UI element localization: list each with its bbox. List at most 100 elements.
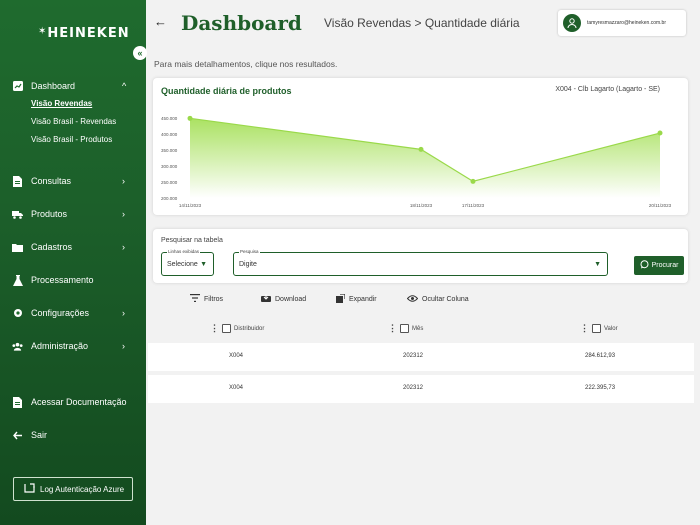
truck-icon	[12, 209, 23, 220]
lines-select-value: Selecione	[167, 261, 198, 268]
column-checkbox[interactable]	[400, 324, 409, 333]
sidebar-item-label: Configurações	[31, 308, 90, 318]
column-header-mes[interactable]: ⋮ Mês	[388, 323, 423, 334]
sidebar-item-administracao[interactable]: Administração ›	[0, 336, 146, 356]
column-header-distribuidor[interactable]: ⋮ Distribuidor	[210, 323, 264, 334]
cell-distribuidor: X004	[229, 385, 244, 391]
collapse-sidebar-button[interactable]: «	[133, 46, 147, 60]
download-label: Download	[275, 295, 307, 303]
refresh-icon	[24, 482, 35, 496]
data-point[interactable]	[470, 178, 476, 184]
sidebar-item-label: Administração	[31, 341, 89, 351]
filters-button[interactable]: Filtros	[190, 294, 223, 304]
hide-column-label: Ocultar Coluna	[422, 295, 469, 303]
sidebar-item-consultas[interactable]: Consultas ›	[0, 171, 146, 191]
sidebar-item-sair[interactable]: Sair	[0, 425, 146, 445]
kebab-menu-icon[interactable]: ⋮	[388, 323, 397, 334]
lines-select[interactable]: Linhas exibidas Selecione ▼	[161, 249, 214, 276]
chevron-right-icon: ›	[122, 242, 125, 252]
y-tick-label: 450.000	[161, 116, 178, 121]
sidebar-item-label: Consultas	[31, 176, 72, 186]
sidebar-item-processamento[interactable]: Processamento	[0, 270, 146, 290]
document-icon	[12, 396, 23, 408]
download-icon	[261, 294, 271, 304]
chevron-right-icon: ›	[122, 176, 125, 186]
sidebar-item-dashboard[interactable]: Dashboard ^	[0, 76, 146, 96]
sidebar-item-label: Sair	[31, 430, 48, 440]
sidebar-item-label: Produtos	[31, 209, 68, 219]
search-input-label: Pesquisa	[239, 249, 260, 254]
sidebar-item-produtos[interactable]: Produtos ›	[0, 204, 146, 224]
gear-icon	[12, 308, 23, 319]
column-label: Valor	[604, 325, 618, 332]
y-tick-label: 300.000	[161, 164, 178, 169]
column-header-valor[interactable]: ⋮ Valor	[580, 323, 618, 334]
sidebar-item-configuracoes[interactable]: Configurações ›	[0, 303, 146, 323]
search-label: Pesquisar na tabela	[161, 237, 223, 244]
chevron-right-icon: ›	[122, 209, 125, 219]
subitem-visao-brasil-produtos[interactable]: Visão Brasil - Produtos	[31, 135, 112, 144]
table-row[interactable]: X004 202312 284.612,93	[148, 343, 694, 371]
flask-icon	[12, 274, 23, 286]
data-point[interactable]	[657, 130, 663, 136]
cell-valor: 222.395,73	[585, 385, 616, 391]
cell-valor: 284.612,93	[585, 353, 616, 359]
expand-icon	[336, 293, 346, 305]
area-chart[interactable]: 450.000 400.000 350.000 300.000 250.000 200.0…	[153, 78, 688, 215]
table-row[interactable]: X004 202312 222.395,73	[148, 375, 694, 403]
hide-column-button[interactable]: Ocultar Coluna	[406, 294, 469, 304]
chevron-right-icon: ›	[122, 308, 125, 318]
sidebar-item-documentacao[interactable]: Acessar Documentação	[0, 392, 146, 412]
sidebar: ✶HEINEKEN « Dashboard ^ Visão Revendas V…	[0, 0, 147, 525]
area-fill	[190, 118, 660, 198]
sidebar-item-cadastros[interactable]: Cadastros ›	[0, 237, 146, 257]
chart-icon	[12, 81, 23, 92]
kebab-menu-icon[interactable]: ⋮	[210, 323, 219, 334]
expand-label: Expandir	[349, 296, 377, 303]
sidebar-item-label: Cadastros	[31, 242, 73, 252]
filter-icon	[190, 294, 200, 304]
search-input-placeholder: Digite	[239, 261, 257, 268]
y-tick-label: 350.000	[161, 148, 178, 153]
folder-icon	[12, 242, 23, 253]
kebab-menu-icon[interactable]: ⋮	[580, 323, 589, 334]
logo-text: HEINEKEN	[47, 26, 130, 41]
chevron-up-icon: ^	[122, 81, 127, 91]
caret-down-icon: ▼	[200, 261, 207, 268]
chart-card[interactable]: Quantidade diária de produtos X004 - Clb…	[153, 78, 688, 215]
sidebar-item-label: Dashboard	[31, 81, 76, 91]
subitem-visao-revendas[interactable]: Visão Revendas	[31, 99, 92, 108]
document-icon	[12, 175, 23, 187]
x-tick-label: 17/11/2023	[462, 203, 485, 208]
data-point[interactable]	[187, 115, 193, 121]
y-tick-label: 250.000	[161, 180, 178, 185]
search-button[interactable]: Procurar	[634, 256, 684, 275]
hint-text: Para mais detalhamentos, clique nos resu…	[154, 59, 338, 69]
x-tick-label: 14/11/2023	[179, 203, 202, 208]
cell-mes: 202312	[403, 353, 424, 359]
x-tick-label: 20/11/2023	[649, 203, 672, 208]
back-arrow-icon[interactable]: ←	[154, 14, 167, 29]
star-icon: ✶	[38, 26, 48, 37]
column-checkbox[interactable]	[592, 324, 601, 333]
download-button[interactable]: Download	[261, 294, 306, 304]
azure-log-button[interactable]: Log Autenticação Azure	[13, 477, 133, 501]
logout-icon	[12, 430, 23, 441]
chevron-right-icon: ›	[122, 341, 125, 351]
sidebar-item-label: Acessar Documentação	[31, 397, 127, 407]
data-point[interactable]	[418, 146, 424, 152]
search-button-label: Procurar	[651, 262, 679, 269]
azure-log-label: Log Autenticação Azure	[40, 484, 125, 494]
table-header: ⋮ Distribuidor ⋮ Mês ⋮ Valor	[148, 313, 694, 341]
subitem-visao-brasil-revendas[interactable]: Visão Brasil - Revendas	[31, 117, 116, 126]
user-menu[interactable]: tamyresmazzaro@heineken.com.br	[558, 10, 686, 36]
heineken-logo: ✶HEINEKEN	[38, 26, 130, 41]
expand-button[interactable]: Expandir	[336, 293, 377, 305]
search-input[interactable]: Pesquisa Digite ▼	[233, 249, 608, 276]
caret-down-icon: ▼	[594, 261, 601, 268]
sidebar-item-label: Processamento	[31, 275, 94, 285]
filters-label: Filtros	[204, 295, 224, 303]
user-email: tamyresmazzaro@heineken.com.br	[587, 20, 666, 26]
column-checkbox[interactable]	[222, 324, 231, 333]
breadcrumb: Visão Revendas > Quantidade diária	[324, 16, 520, 30]
